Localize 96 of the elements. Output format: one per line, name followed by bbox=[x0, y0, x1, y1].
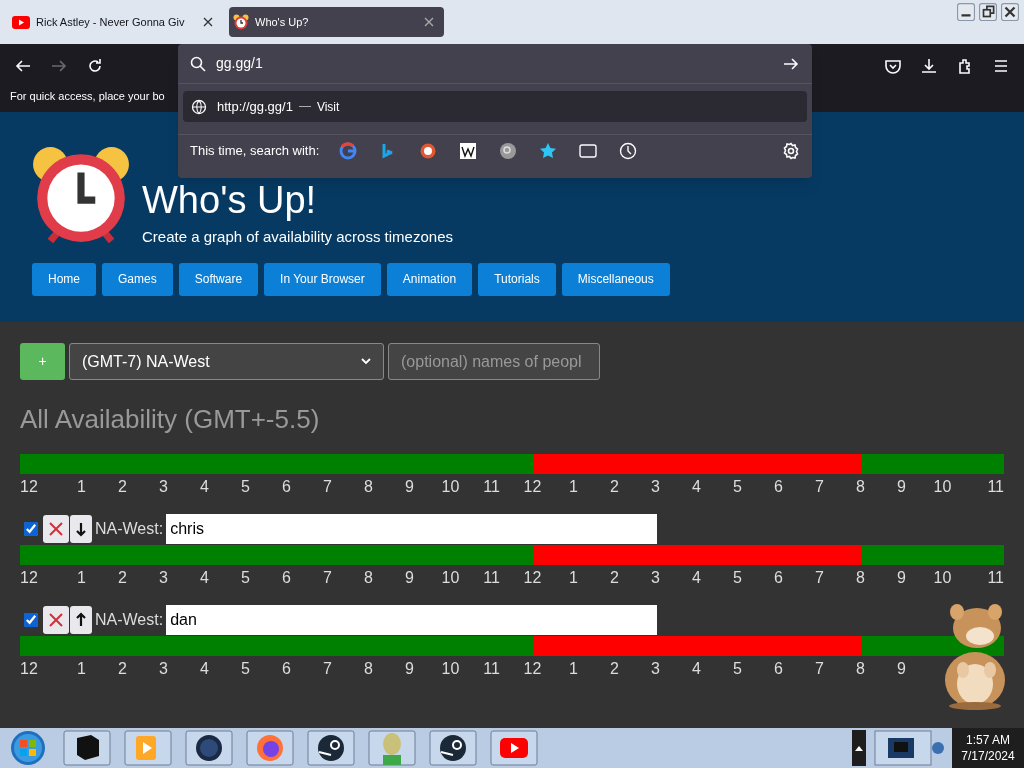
hour-label: 10 bbox=[440, 568, 461, 588]
hour-label: 5 bbox=[240, 568, 251, 588]
hour-label: 12 bbox=[20, 659, 39, 679]
suggestion-url: http://gg.gg/1 bbox=[217, 97, 293, 116]
hour-label: 1 bbox=[568, 659, 579, 679]
hour-label: 6 bbox=[773, 477, 784, 497]
timezone-select[interactable]: (GMT-7) NA-West bbox=[69, 343, 384, 380]
hour-label: 7 bbox=[322, 477, 333, 497]
hour-label: 10 bbox=[440, 659, 461, 679]
hour-label: 9 bbox=[404, 477, 415, 497]
hour-label: 2 bbox=[609, 477, 620, 497]
hour-label: 12 bbox=[20, 568, 39, 588]
hour-label: 8 bbox=[363, 477, 374, 497]
zone-label: NA-West: bbox=[95, 519, 164, 539]
hour-label: 8 bbox=[855, 659, 866, 679]
nav-button[interactable]: Home bbox=[32, 262, 96, 296]
hour-label: 2 bbox=[117, 659, 128, 679]
add-button[interactable]: + bbox=[20, 343, 65, 380]
browser-tab[interactable]: Rick Astley - Never Gonna Giv bbox=[8, 7, 223, 37]
hour-label: 9 bbox=[896, 568, 907, 588]
hour-label: 6 bbox=[773, 568, 784, 588]
hour-label: 9 bbox=[404, 568, 415, 588]
hour-label: 10 bbox=[932, 477, 953, 497]
hour-label: 2 bbox=[609, 659, 620, 679]
hour-label: 1 bbox=[76, 659, 87, 679]
suggestion-action: Visit bbox=[316, 98, 340, 116]
hour-label: 12 bbox=[522, 659, 543, 679]
hour-label: 9 bbox=[896, 477, 907, 497]
hour-label: 4 bbox=[199, 659, 210, 679]
availability-heading: All Availability (GMT+-5.5) bbox=[20, 403, 321, 436]
hour-label: 11 bbox=[482, 659, 501, 679]
hour-label: 1 bbox=[76, 568, 87, 588]
hour-label: 5 bbox=[240, 477, 251, 497]
search-with-label: This time, search with: bbox=[190, 142, 320, 160]
hour-label: 3 bbox=[650, 659, 661, 679]
hour-label: 12 bbox=[522, 568, 543, 588]
hour-label: 4 bbox=[691, 477, 702, 497]
hour-label: 9 bbox=[404, 659, 415, 679]
hour-label: 1 bbox=[76, 477, 87, 497]
hour-label: 3 bbox=[158, 568, 169, 588]
hour-label: 6 bbox=[281, 659, 292, 679]
hour-label: 5 bbox=[240, 659, 251, 679]
nav-button[interactable]: Animation bbox=[386, 262, 473, 296]
hour-label: 2 bbox=[117, 477, 128, 497]
name-input[interactable]: chris bbox=[166, 514, 658, 544]
hour-label: 11 bbox=[482, 477, 501, 497]
hour-label: 4 bbox=[691, 568, 702, 588]
hour-label: 11 bbox=[986, 568, 1004, 588]
hour-label: 3 bbox=[650, 568, 661, 588]
hour-label: 6 bbox=[281, 568, 292, 588]
suggestion-row[interactable]: http://gg.gg/1 Visit bbox=[183, 91, 807, 122]
hour-label: 4 bbox=[691, 659, 702, 679]
hour-label: 7 bbox=[322, 568, 333, 588]
hour-label: 3 bbox=[158, 477, 169, 497]
clock-time: 1:57 AM bbox=[966, 732, 1010, 748]
hour-label: 1 bbox=[568, 568, 579, 588]
hour-label: 7 bbox=[814, 568, 825, 588]
hour-label: 4 bbox=[199, 568, 210, 588]
hour-label: 8 bbox=[855, 568, 866, 588]
page-subtitle: Create a graph of availability across timezones bbox=[142, 227, 453, 247]
hour-label: 8 bbox=[855, 477, 866, 497]
names-input[interactable]: (optional) names of peopl bbox=[388, 343, 600, 380]
nav-button[interactable]: In Your Browser bbox=[264, 262, 381, 296]
hour-label: 1 bbox=[568, 477, 579, 497]
hour-label: 3 bbox=[158, 659, 169, 679]
hour-label: 5 bbox=[732, 477, 743, 497]
nav-button[interactable]: Tutorials bbox=[478, 262, 556, 296]
page-title: Who's Up! bbox=[142, 178, 318, 222]
nav-button[interactable]: Software bbox=[178, 262, 259, 296]
hour-label: 5 bbox=[732, 659, 743, 679]
bookmarks-hint: For quick access, place your bo bbox=[10, 89, 165, 104]
name-input[interactable]: dan bbox=[166, 605, 658, 635]
hour-label: 7 bbox=[814, 659, 825, 679]
hour-label: 5 bbox=[732, 568, 743, 588]
hour-label: 10 bbox=[932, 568, 953, 588]
hour-label: 12 bbox=[522, 477, 543, 497]
nav-button[interactable]: Games bbox=[102, 262, 173, 296]
clock-date: 7/17/2024 bbox=[961, 748, 1015, 764]
hour-label: 6 bbox=[773, 659, 784, 679]
hour-label: 7 bbox=[814, 477, 825, 497]
hour-label: 8 bbox=[363, 568, 374, 588]
hour-label: 11 bbox=[482, 568, 501, 588]
hour-label: 10 bbox=[440, 477, 461, 497]
hour-label: 2 bbox=[609, 568, 620, 588]
hour-label: 6 bbox=[281, 477, 292, 497]
browser-tab[interactable]: Who's Up? bbox=[229, 7, 444, 37]
hour-label: 12 bbox=[20, 477, 39, 497]
hour-label: 3 bbox=[650, 477, 661, 497]
hour-label: 11 bbox=[986, 477, 1004, 497]
hour-label: 7 bbox=[322, 659, 333, 679]
hour-label: 8 bbox=[363, 659, 374, 679]
nav-button[interactable]: Miscellaneous bbox=[561, 262, 670, 296]
hour-label: 2 bbox=[117, 568, 128, 588]
hour-label: 9 bbox=[896, 659, 907, 679]
hour-label: 4 bbox=[199, 477, 210, 497]
zone-label: NA-West: bbox=[95, 610, 164, 630]
